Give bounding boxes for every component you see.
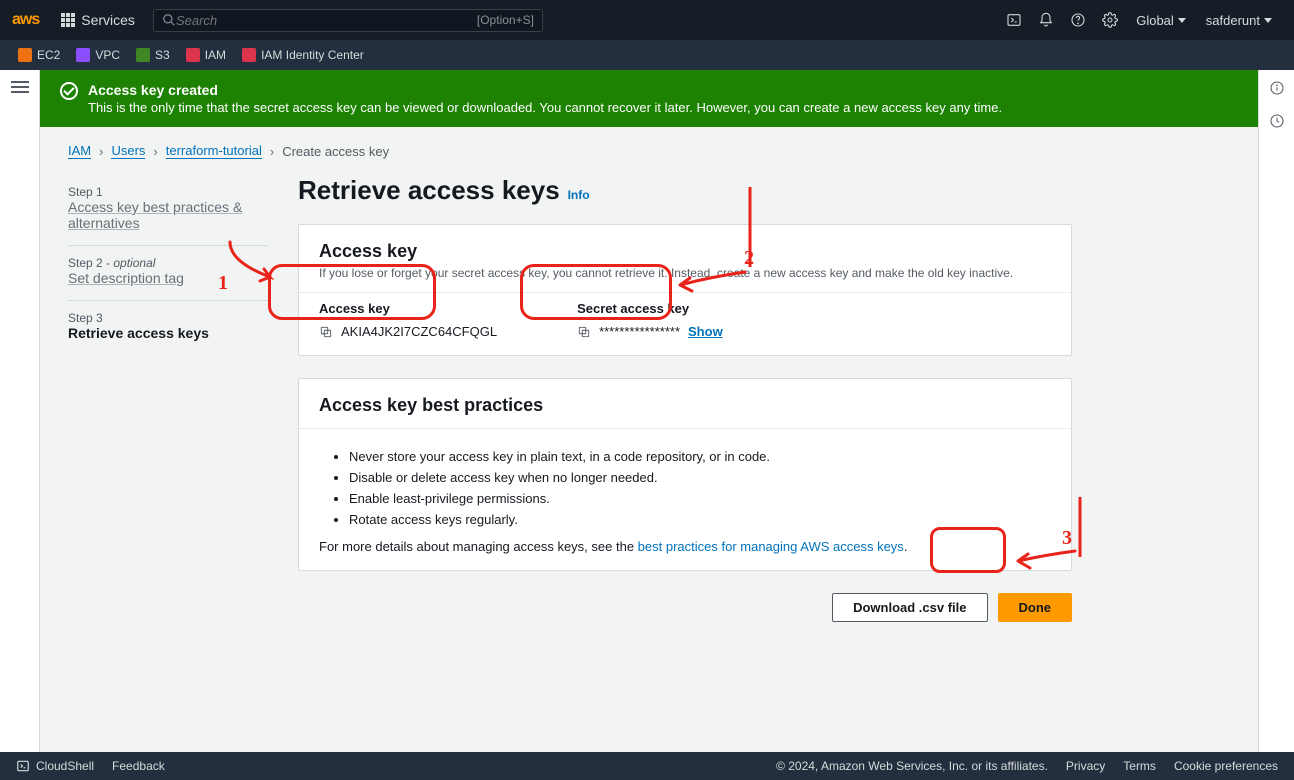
- service-icon: [242, 48, 256, 62]
- breadcrumb-link[interactable]: terraform-tutorial: [166, 143, 262, 159]
- banner-subtitle: This is the only time that the secret ac…: [88, 100, 1002, 115]
- done-button[interactable]: Done: [998, 593, 1073, 622]
- breadcrumb-link[interactable]: Users: [111, 143, 145, 159]
- account-menu[interactable]: safderunt: [1196, 13, 1282, 28]
- chevron-right-icon: ›: [270, 144, 274, 159]
- access-key-panel: Access key If you lose or forget your se…: [298, 224, 1072, 356]
- left-rail: [0, 70, 40, 752]
- shortcut-ec2[interactable]: EC2: [12, 45, 66, 65]
- feedback-link[interactable]: Feedback: [112, 759, 165, 773]
- footer-terms[interactable]: Terms: [1123, 759, 1156, 773]
- breadcrumb: IAM › Users › terraform-tutorial › Create acce…: [68, 143, 1072, 159]
- copy-icon[interactable]: [319, 325, 333, 339]
- service-icon: [136, 48, 150, 62]
- top-nav: aws Services [Option+S] Global safderunt: [0, 0, 1294, 40]
- history-icon[interactable]: [1269, 113, 1285, 132]
- secret-key-value: ****************: [599, 324, 680, 339]
- shortcut-s3[interactable]: S3: [130, 45, 176, 65]
- step-label: Set description tag: [68, 270, 268, 286]
- region-selector[interactable]: Global: [1126, 13, 1196, 28]
- access-key-value: AKIA4JK2I7CZC64CFQGL: [341, 324, 497, 339]
- caret-down-icon: [1264, 18, 1272, 23]
- best-practice-item: Rotate access keys regularly.: [349, 512, 1051, 527]
- show-secret-link[interactable]: Show: [688, 324, 723, 339]
- access-key-label: Access key: [319, 301, 497, 316]
- aws-logo[interactable]: aws: [12, 11, 39, 29]
- settings-icon[interactable]: [1094, 4, 1126, 36]
- wizard-step-2[interactable]: Step 2 - optionalSet description tag: [68, 246, 268, 301]
- action-buttons: Download .csv file Done: [298, 593, 1072, 622]
- chevron-right-icon: ›: [153, 144, 157, 159]
- banner-title: Access key created: [88, 82, 1002, 98]
- secret-key-label: Secret access key: [577, 301, 723, 316]
- footer-privacy[interactable]: Privacy: [1066, 759, 1105, 773]
- shortcut-vpc[interactable]: VPC: [70, 45, 126, 65]
- services-label: Services: [81, 12, 135, 28]
- best-practices-footer: For more details about managing access k…: [319, 539, 1051, 554]
- info-icon[interactable]: [1269, 80, 1285, 99]
- search-box[interactable]: [Option+S]: [153, 9, 543, 32]
- best-practice-item: Never store your access key in plain tex…: [349, 449, 1051, 464]
- grid-icon: [61, 13, 75, 27]
- step-label: Access key best practices & alternatives: [68, 199, 268, 231]
- right-rail: [1258, 70, 1294, 752]
- success-banner: Access key created This is the only time…: [40, 70, 1258, 127]
- hamburger-icon[interactable]: [11, 78, 29, 96]
- services-menu[interactable]: Services: [53, 8, 143, 32]
- service-icon: [18, 48, 32, 62]
- service-icon: [76, 48, 90, 62]
- shortcut-bar: EC2VPCS3IAMIAM Identity Center: [0, 40, 1294, 70]
- chevron-right-icon: ›: [99, 144, 103, 159]
- breadcrumb-current: Create access key: [282, 144, 389, 159]
- info-link[interactable]: Info: [568, 188, 590, 202]
- copy-icon[interactable]: [577, 325, 591, 339]
- access-key-panel-title: Access key: [319, 241, 1051, 262]
- download-csv-button[interactable]: Download .csv file: [832, 593, 987, 622]
- footer-copyright: © 2024, Amazon Web Services, Inc. or its…: [776, 759, 1048, 773]
- best-practices-link[interactable]: best practices for managing AWS access k…: [638, 539, 904, 554]
- best-practice-item: Disable or delete access key when no lon…: [349, 470, 1051, 485]
- shortcut-iam-identity-center[interactable]: IAM Identity Center: [236, 45, 370, 65]
- content-area: Access key created This is the only time…: [40, 70, 1258, 752]
- best-practices-panel: Access key best practices Never store yo…: [298, 378, 1072, 571]
- wizard-steps: Step 1Access key best practices & altern…: [68, 175, 268, 622]
- breadcrumb-link[interactable]: IAM: [68, 143, 91, 159]
- footer-cookies[interactable]: Cookie preferences: [1174, 759, 1278, 773]
- wizard-step-1[interactable]: Step 1Access key best practices & altern…: [68, 175, 268, 246]
- wizard-step-3: Step 3Retrieve access keys: [68, 301, 268, 355]
- notifications-icon[interactable]: [1030, 4, 1062, 36]
- best-practice-item: Enable least-privilege permissions.: [349, 491, 1051, 506]
- access-key-panel-subtitle: If you lose or forget your secret access…: [319, 266, 1051, 280]
- service-icon: [186, 48, 200, 62]
- cloudshell-link[interactable]: CloudShell: [16, 759, 94, 773]
- cloudshell-icon[interactable]: [998, 4, 1030, 36]
- search-shortcut: [Option+S]: [477, 13, 534, 27]
- check-circle-icon: [60, 82, 78, 100]
- caret-down-icon: [1178, 18, 1186, 23]
- help-icon[interactable]: [1062, 4, 1094, 36]
- page-title: Retrieve access keys: [298, 175, 560, 206]
- footer: CloudShell Feedback © 2024, Amazon Web S…: [0, 752, 1294, 780]
- search-icon: [162, 13, 176, 27]
- best-practices-title: Access key best practices: [319, 395, 1051, 416]
- shortcut-iam[interactable]: IAM: [180, 45, 232, 65]
- step-label: Retrieve access keys: [68, 325, 268, 341]
- search-input[interactable]: [176, 13, 477, 28]
